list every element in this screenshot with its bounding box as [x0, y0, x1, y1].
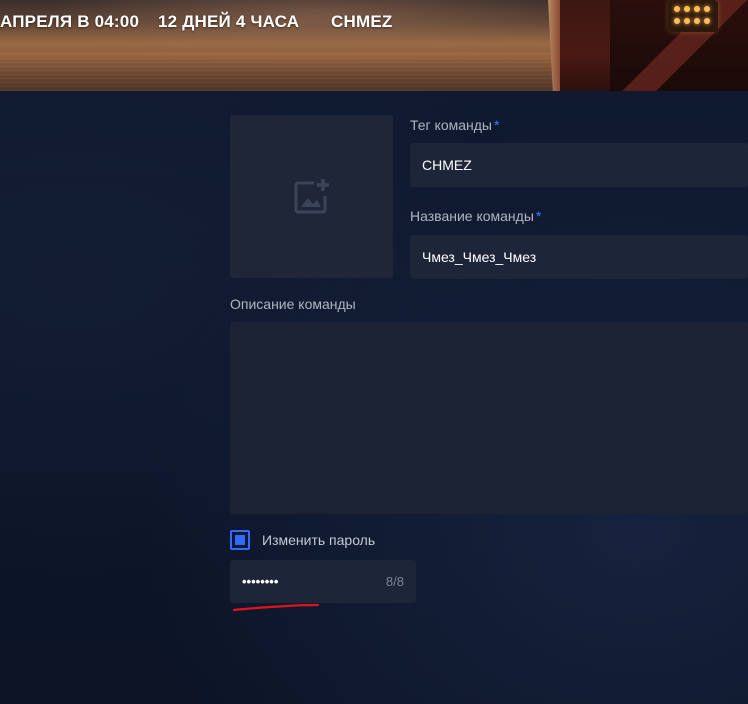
countdown-text: 12 ДНЕЙ 4 ЧАСА	[158, 12, 300, 31]
change-password-checkbox[interactable]	[230, 530, 250, 550]
description-label: Описание команды	[230, 296, 356, 312]
password-char-counter: 8/8	[385, 574, 404, 589]
team-tag-label: Тег команды *	[410, 117, 499, 133]
team-logo-upload[interactable]	[230, 115, 393, 278]
team-tag-input[interactable]: CHMEZ	[410, 143, 748, 187]
event-banner: АПРЕЛЯ В 04:00 12 ДНЕЙ 4 ЧАСА CHMEZ	[0, 0, 748, 91]
required-mark: *	[535, 208, 542, 224]
required-mark: *	[494, 117, 500, 133]
team-name-label: Название команды *	[410, 208, 541, 224]
password-value: ••••••••	[242, 574, 279, 589]
description-textarea[interactable]	[230, 322, 748, 514]
team-tag-label-text: Тег команды	[410, 117, 492, 133]
team-name-label-text: Название команды	[410, 208, 534, 224]
team-tag-value: CHMEZ	[422, 157, 472, 173]
checkbox-checked-mark	[235, 535, 245, 545]
password-input[interactable]: •••••••• 8/8	[230, 560, 416, 603]
team-name-value: Чмез_Чмез_Чмез	[422, 249, 537, 265]
team-name-banner: CHMEZ	[331, 12, 393, 31]
event-date-text: АПРЕЛЯ В 04:00	[0, 12, 140, 31]
page: АПРЕЛЯ В 04:00 12 ДНЕЙ 4 ЧАСА CHMEZ Тег …	[0, 0, 748, 704]
banner-sea-image	[0, 52, 560, 91]
add-photo-icon	[294, 178, 329, 213]
change-password-label: Изменить пароль	[262, 532, 376, 548]
banner-lights-decoration	[668, 0, 718, 32]
red-underline-annotation	[232, 603, 320, 612]
team-name-input[interactable]: Чмез_Чмез_Чмез	[410, 235, 748, 279]
